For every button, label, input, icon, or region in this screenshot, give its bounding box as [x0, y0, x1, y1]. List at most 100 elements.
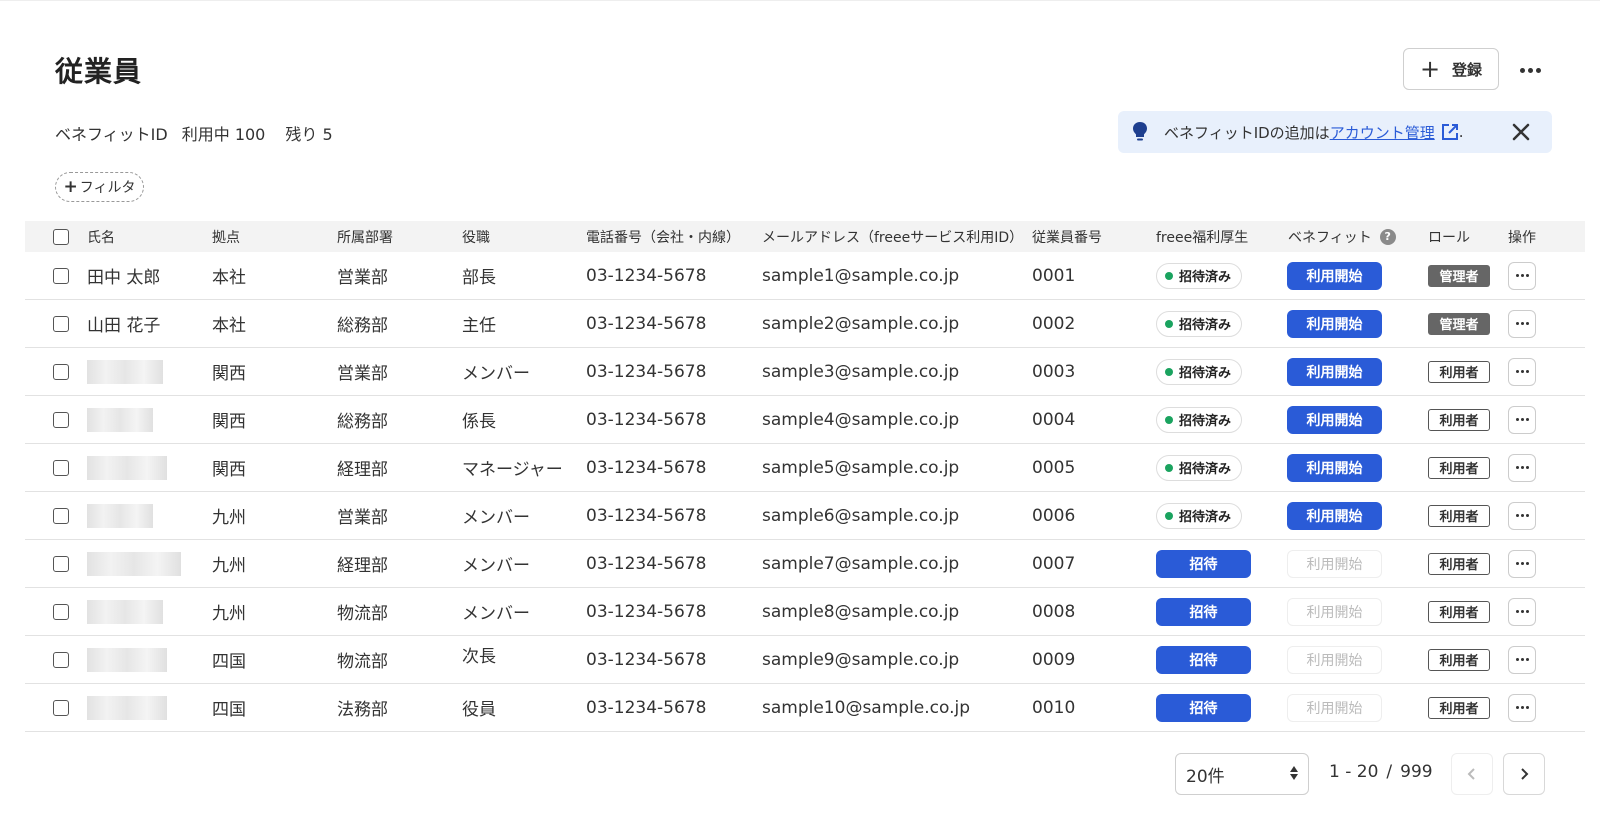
employee-name[interactable]	[87, 348, 163, 395]
column-header-location[interactable]: 拠点	[212, 221, 240, 252]
more-menu-button[interactable]	[1512, 56, 1548, 84]
table-row[interactable]: 山田 花子 本社 総務部 主任 03-1234-5678 sample2@sam…	[25, 300, 1585, 348]
select-arrows-icon	[1290, 766, 1298, 780]
row-checkbox[interactable]	[53, 699, 69, 716]
welfare-status-badge: 招待済み	[1156, 454, 1243, 481]
employee-email: sample4@sample.co.jp	[762, 409, 960, 430]
row-actions-button[interactable]	[1508, 645, 1536, 674]
table-row[interactable]: 九州 物流部 メンバー 03-1234-5678 sample8@sample.…	[25, 588, 1585, 636]
row-checkbox[interactable]	[53, 363, 69, 380]
table-row[interactable]: 九州 営業部 メンバー 03-1234-5678 sample6@sample.…	[25, 492, 1585, 540]
employee-position: 主任	[462, 316, 496, 336]
employee-phone: 03-1234-5678	[586, 697, 707, 718]
external-link-icon[interactable]	[1441, 123, 1459, 141]
column-header-benefit[interactable]: ベネフィット ?	[1288, 221, 1396, 252]
benefit-start-button[interactable]: 利用開始	[1287, 261, 1382, 290]
employee-phone: 03-1234-5678	[586, 649, 707, 670]
employee-name[interactable]	[87, 444, 167, 491]
invite-button[interactable]: 招待	[1156, 597, 1251, 626]
invite-button[interactable]: 招待	[1156, 693, 1251, 722]
row-actions-button[interactable]	[1508, 357, 1536, 386]
employee-name[interactable]: 田中 太郎	[87, 252, 160, 299]
column-header-position[interactable]: 役職	[462, 221, 490, 252]
employee-phone: 03-1234-5678	[586, 505, 707, 526]
employee-phone: 03-1234-5678	[586, 601, 707, 622]
employee-name-text: 山田 花子	[87, 316, 161, 336]
table-row[interactable]: 関西 営業部 メンバー 03-1234-5678 sample3@sample.…	[25, 348, 1585, 396]
employee-name[interactable]	[87, 588, 163, 635]
row-checkbox[interactable]	[53, 267, 69, 284]
select-all-checkbox[interactable]	[53, 228, 69, 245]
row-actions-button[interactable]	[1508, 501, 1536, 530]
employee-name[interactable]	[87, 492, 153, 539]
benefit-id-in-use: 利用中 100	[181, 125, 266, 144]
info-notice: ベネフィットIDの追加は アカウント管理 .	[1118, 111, 1552, 153]
invite-button[interactable]: 招待	[1156, 645, 1251, 674]
employee-name[interactable]	[87, 684, 167, 731]
row-actions-button[interactable]	[1508, 453, 1536, 482]
welfare-status-badge: 招待済み	[1156, 262, 1243, 289]
invite-button[interactable]: 招待	[1156, 549, 1251, 578]
table-row[interactable]: 田中 太郎 本社 営業部 部長 03-1234-5678 sample1@sam…	[25, 252, 1585, 300]
employee-email: sample7@sample.co.jp	[762, 553, 960, 574]
column-header-name[interactable]: 氏名	[87, 221, 115, 252]
row-actions-button[interactable]	[1508, 549, 1536, 578]
add-filter-button[interactable]: + フィルタ	[55, 172, 144, 202]
column-header-email[interactable]: メールアドレス（freeeサービス利用ID）	[762, 221, 1023, 252]
row-checkbox[interactable]	[53, 555, 69, 572]
column-header-role[interactable]: ロール	[1428, 221, 1470, 252]
employee-name[interactable]: 山田 花子	[87, 300, 160, 347]
column-header-department[interactable]: 所属部署	[337, 221, 393, 252]
row-actions-button[interactable]	[1508, 693, 1536, 722]
row-checkbox[interactable]	[53, 411, 69, 428]
table-row[interactable]: 四国 物流部 次長 03-1234-5678 sample9@sample.co…	[25, 636, 1585, 684]
row-checkbox[interactable]	[53, 603, 69, 620]
benefit-start-button[interactable]: 利用開始	[1287, 405, 1382, 434]
help-icon[interactable]: ?	[1379, 228, 1396, 245]
row-actions-button[interactable]	[1508, 309, 1536, 338]
employee-phone: 03-1234-5678	[586, 457, 707, 478]
employee-email: sample6@sample.co.jp	[762, 505, 960, 526]
ellipsis-icon	[1515, 322, 1519, 325]
row-checkbox[interactable]	[53, 651, 69, 668]
per-page-value: 20件	[1186, 766, 1225, 787]
benefit-start-button[interactable]: 利用開始	[1287, 357, 1382, 386]
row-checkbox[interactable]	[53, 459, 69, 476]
table-row[interactable]: 関西 総務部 係長 03-1234-5678 sample4@sample.co…	[25, 396, 1585, 444]
column-header-employee-number[interactable]: 従業員番号	[1032, 221, 1102, 252]
benefit-start-button[interactable]: 利用開始	[1287, 309, 1382, 338]
table-row[interactable]: 九州 経理部 メンバー 03-1234-5678 sample7@sample.…	[25, 540, 1585, 588]
next-page-button[interactable]	[1503, 753, 1545, 795]
row-actions-button[interactable]	[1508, 261, 1536, 290]
column-header-phone[interactable]: 電話番号（会社・内線）	[586, 221, 740, 252]
blurred-name	[87, 407, 153, 432]
employee-name[interactable]	[87, 540, 181, 587]
plus-icon: +	[1419, 55, 1441, 83]
employee-position: 役員	[462, 700, 496, 720]
employee-number: 0007	[1032, 553, 1076, 574]
page-range-value: 1 - 20	[1329, 762, 1379, 782]
employee-location: 関西	[212, 364, 246, 384]
employee-position: メンバー	[462, 364, 530, 384]
row-checkbox[interactable]	[53, 507, 69, 524]
blurred-name	[87, 503, 153, 528]
benefit-start-button[interactable]: 利用開始	[1287, 453, 1382, 482]
employee-position: メンバー	[462, 604, 530, 624]
row-actions-button[interactable]	[1508, 405, 1536, 434]
employee-name[interactable]	[87, 396, 153, 443]
prev-page-button[interactable]	[1451, 753, 1493, 795]
table-row[interactable]: 四国 法務部 役員 03-1234-5678 sample10@sample.c…	[25, 684, 1585, 732]
row-actions-button[interactable]	[1508, 597, 1536, 626]
row-checkbox[interactable]	[53, 315, 69, 332]
employee-email: sample8@sample.co.jp	[762, 601, 960, 622]
employee-name[interactable]	[87, 636, 167, 683]
register-button[interactable]: + 登録	[1403, 48, 1499, 90]
close-icon[interactable]	[1510, 121, 1532, 143]
benefit-start-button[interactable]: 利用開始	[1287, 501, 1382, 530]
account-management-link[interactable]: アカウント管理	[1330, 122, 1435, 143]
table-row[interactable]: 関西 経理部 マネージャー 03-1234-5678 sample5@sampl…	[25, 444, 1585, 492]
column-header-welfare[interactable]: freee福利厚生	[1156, 221, 1248, 252]
employee-department: 営業部	[337, 364, 388, 384]
per-page-select[interactable]: 20件	[1175, 753, 1309, 795]
employee-phone: 03-1234-5678	[586, 361, 707, 382]
